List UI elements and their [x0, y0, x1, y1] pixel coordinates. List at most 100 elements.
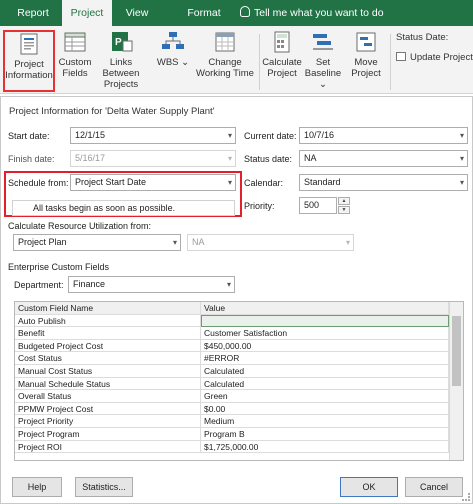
- calc-resource-label: Calculate Resource Utilization from:: [8, 221, 152, 231]
- schedule-from-label: Schedule from:: [8, 178, 69, 188]
- custom-fields-grid: Custom Field Name Value Auto Publish Ben…: [14, 301, 464, 461]
- project-information-label-2: Information: [5, 70, 53, 81]
- links-between-projects-label-2: Projects: [103, 79, 139, 90]
- calculate-project-label-2: Project: [267, 68, 297, 79]
- change-working-time-label-2: Working Time: [196, 68, 254, 79]
- tell-me-text: Tell me what you want to do: [254, 7, 384, 19]
- start-date-field[interactable]: 12/1/15 ▾: [70, 127, 236, 144]
- field-name-cell: Manual Schedule Status: [15, 377, 201, 391]
- table-row[interactable]: Overall Status Green: [15, 390, 449, 403]
- field-name-cell: Manual Cost Status: [15, 365, 201, 378]
- field-name-cell: PPMW Project Cost: [15, 402, 201, 416]
- svg-text:P: P: [115, 37, 122, 48]
- links-between-projects-button[interactable]: P Links Between Projects: [92, 30, 150, 92]
- ribbon-tab-bar: Report Project View Format Tell me what …: [0, 0, 473, 26]
- custom-fields-label-1: Custom: [58, 57, 92, 68]
- field-value-cell[interactable]: Customer Satisfaction: [201, 327, 449, 340]
- department-select[interactable]: Finance ▾: [68, 276, 235, 293]
- status-date-field-label: Status date:: [244, 154, 293, 164]
- field-value-cell[interactable]: Calculated: [201, 365, 449, 378]
- field-name-cell: Project Program: [15, 428, 201, 441]
- field-value-cell[interactable]: Medium: [201, 415, 449, 428]
- move-project-button[interactable]: Move Project: [346, 30, 386, 92]
- column-header-name[interactable]: Custom Field Name: [15, 302, 201, 315]
- project-link-icon: P: [108, 30, 134, 54]
- set-baseline-button[interactable]: Set Baseline ⌄: [303, 30, 343, 92]
- statistics-button[interactable]: Statistics...: [75, 477, 133, 497]
- schedule-info-message: All tasks begin as soon as possible.: [12, 200, 235, 216]
- table-row[interactable]: PPMW Project Cost $0.00: [15, 402, 449, 416]
- set-baseline-label-1: Set: [315, 57, 331, 68]
- tab-report[interactable]: Report: [10, 0, 56, 26]
- field-name-cell: Cost Status: [15, 352, 201, 365]
- field-value-cell[interactable]: #ERROR: [201, 352, 449, 365]
- priority-input[interactable]: 500: [299, 197, 337, 214]
- field-value-cell[interactable]: Green: [201, 390, 449, 403]
- grid-vertical-scrollbar[interactable]: [449, 302, 463, 460]
- wbs-button[interactable]: WBS ⌄: [155, 30, 191, 92]
- field-name-cell: Budgeted Project Cost: [15, 339, 201, 353]
- custom-fields-icon: [62, 30, 88, 54]
- selected-row[interactable]: [15, 314, 449, 328]
- tell-me-search[interactable]: Tell me what you want to do: [240, 0, 384, 26]
- field-value-cell[interactable]: Program B: [201, 428, 449, 441]
- table-row[interactable]: Manual Schedule Status Calculated: [15, 377, 449, 391]
- table-row[interactable]: Project ROI $1,725,000.00: [15, 440, 449, 454]
- table-row[interactable]: Project Priority Medium: [15, 415, 449, 428]
- custom-fields-button[interactable]: Custom Fields: [58, 30, 92, 92]
- calc-resource-select[interactable]: Project Plan ▾: [13, 234, 181, 251]
- project-information-label-1: Project: [14, 59, 44, 70]
- resize-grip-icon[interactable]: [462, 493, 470, 501]
- move-project-label-2: Project: [351, 68, 381, 79]
- status-date-label[interactable]: Status Date:: [396, 32, 448, 43]
- start-date-label: Start date:: [8, 131, 50, 141]
- chevron-down-icon: ▾: [459, 131, 464, 140]
- calc-resource-date-field: NA ▾: [187, 234, 354, 251]
- calendar-select[interactable]: Standard ▾: [299, 174, 468, 191]
- dialog-title: Project Information for 'Delta Water Sup…: [9, 106, 215, 117]
- priority-up-arrow-icon[interactable]: ▲: [338, 197, 350, 205]
- set-baseline-label-2: Baseline ⌄: [304, 68, 342, 90]
- tab-format[interactable]: Format: [178, 0, 230, 26]
- field-value-cell[interactable]: $450,000.00: [201, 339, 449, 353]
- field-value-cell[interactable]: Calculated: [201, 377, 449, 391]
- selected-value-cell[interactable]: [201, 314, 449, 328]
- current-date-field[interactable]: 10/7/16 ▾: [299, 127, 468, 144]
- update-project-button[interactable]: Update Project: [396, 52, 473, 63]
- change-working-time-button[interactable]: Change Working Time: [194, 30, 256, 92]
- field-name-cell: Overall Status: [15, 390, 201, 403]
- move-project-label-1: Move: [354, 57, 378, 68]
- ok-button[interactable]: OK: [340, 477, 398, 497]
- project-information-button[interactable]: Project Information: [3, 30, 55, 92]
- priority-label: Priority:: [244, 201, 275, 211]
- current-date-label: Current date:: [244, 131, 297, 141]
- finish-date-field: 5/16/17 ▾: [70, 150, 236, 167]
- table-row[interactable]: Project Program Program B: [15, 428, 449, 441]
- table-row[interactable]: Cost Status #ERROR: [15, 352, 449, 365]
- update-project-icon: [396, 52, 406, 61]
- baseline-icon: [310, 30, 336, 54]
- scrollbar-thumb[interactable]: [452, 316, 461, 386]
- ribbon-separator: [259, 34, 260, 90]
- table-row[interactable]: Manual Cost Status Calculated: [15, 365, 449, 378]
- tab-project[interactable]: Project: [62, 0, 112, 26]
- column-header-value[interactable]: Value: [201, 302, 449, 315]
- table-row[interactable]: Budgeted Project Cost $450,000.00: [15, 339, 449, 353]
- priority-down-arrow-icon[interactable]: ▼: [338, 206, 350, 214]
- help-button[interactable]: Help: [12, 477, 62, 497]
- project-information-icon: [16, 32, 42, 56]
- cancel-button[interactable]: Cancel: [405, 477, 463, 497]
- calendar-label: Calendar:: [244, 178, 284, 188]
- field-value-cell[interactable]: $1,725,000.00: [201, 440, 449, 454]
- status-date-field[interactable]: NA ▾: [299, 150, 468, 167]
- chevron-down-icon: ▾: [227, 178, 232, 187]
- schedule-from-select[interactable]: Project Start Date ▾: [70, 174, 236, 191]
- tab-view[interactable]: View: [118, 0, 156, 26]
- lightbulb-icon: [240, 6, 250, 17]
- calculate-project-label-1: Calculate: [262, 57, 302, 68]
- field-value-cell[interactable]: $0.00: [201, 402, 449, 416]
- table-row[interactable]: Benefit Customer Satisfaction: [15, 327, 449, 340]
- move-project-icon: [353, 30, 379, 54]
- calculate-project-button[interactable]: Calculate Project: [262, 30, 302, 92]
- links-between-projects-label-1: Links Between: [102, 57, 140, 79]
